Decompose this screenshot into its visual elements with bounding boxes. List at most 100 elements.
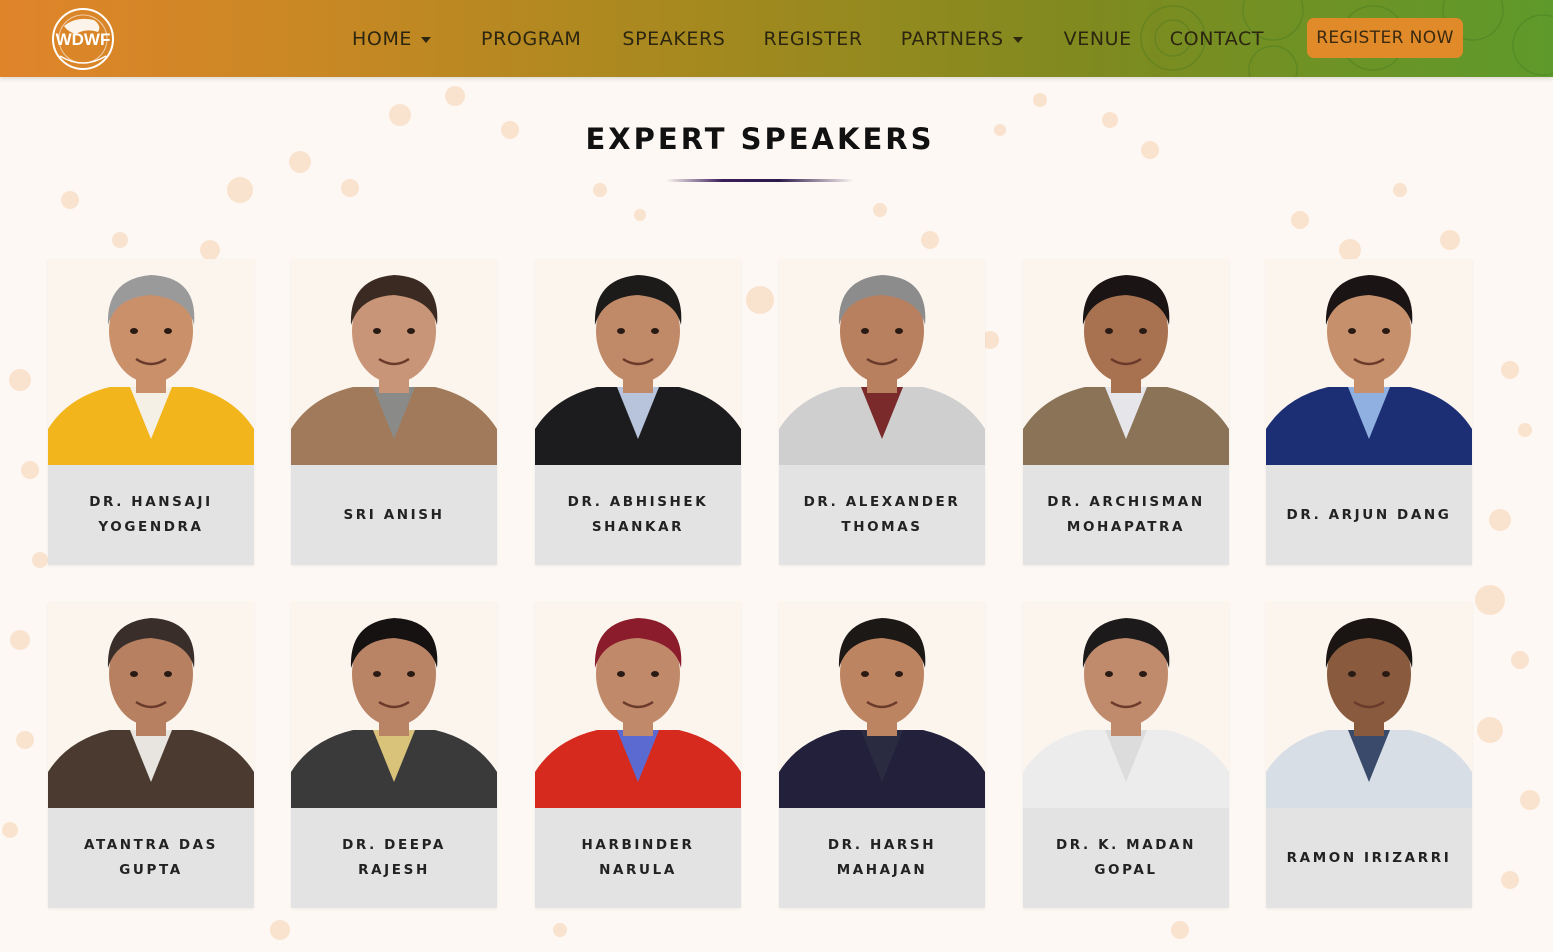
nav-label: CONTACT xyxy=(1169,27,1265,50)
decor-dot xyxy=(1520,790,1540,810)
speaker-photo xyxy=(779,602,985,808)
decor-dot xyxy=(32,552,48,568)
speaker-card[interactable]: RAMON IRIZARRI xyxy=(1266,602,1472,908)
nav-program[interactable]: PROGRAM xyxy=(481,28,581,50)
decor-dot xyxy=(445,86,465,106)
speaker-name: DR. DEEPA RAJESH xyxy=(342,837,446,878)
person-portrait-icon xyxy=(535,602,741,808)
person-portrait-icon xyxy=(291,259,497,465)
decor-dot xyxy=(1033,93,1047,107)
speaker-name-box: DR. ABHISHEK SHANKAR xyxy=(535,465,741,565)
decor-dot xyxy=(21,461,39,479)
logo-text: WDWF xyxy=(55,30,111,49)
decor-dot xyxy=(873,203,887,217)
decor-dot xyxy=(227,177,253,203)
nav-register[interactable]: REGISTER xyxy=(763,28,862,50)
nav-label: PARTNERS xyxy=(900,27,1004,50)
speaker-card[interactable]: DR. ABHISHEK SHANKAR xyxy=(535,259,741,565)
speaker-card[interactable]: SRI ANISH xyxy=(291,259,497,565)
speaker-photo xyxy=(48,602,254,808)
speaker-name-box: DR. HARSH MAHAJAN xyxy=(779,808,985,908)
speaker-card[interactable]: DR. HANSAJI YOGENDRA xyxy=(48,259,254,565)
wdwf-logo[interactable]: WDWF xyxy=(46,6,120,72)
person-portrait-icon xyxy=(1266,259,1472,465)
speaker-name: DR. ABHISHEK SHANKAR xyxy=(567,494,709,535)
nav-label: REGISTER xyxy=(763,27,863,50)
speaker-card[interactable]: DR. ARCHISMAN MOHAPATRA xyxy=(1023,259,1229,565)
speaker-card[interactable]: DR. HARSH MAHAJAN xyxy=(779,602,985,908)
speaker-name: HARBINDER NARULA xyxy=(581,837,695,878)
main-nav: HOME PROGRAM SPEAKERS REGISTER PARTNERS VENUE… xyxy=(352,0,1264,77)
speaker-photo xyxy=(1266,259,1472,465)
caret-down-icon xyxy=(1012,36,1023,43)
speaker-name: DR. HANSAJI YOGENDRA xyxy=(89,494,213,535)
nav-label: HOME xyxy=(352,27,413,50)
speaker-name-box: DR. ALEXANDER THOMAS xyxy=(779,465,985,565)
speaker-name-box: DR. DEEPA RAJESH xyxy=(291,808,497,908)
speaker-name: ATANTRA DAS GUPTA xyxy=(83,837,219,878)
person-portrait-icon xyxy=(1023,259,1229,465)
decor-dot xyxy=(634,209,646,221)
nav-home[interactable]: HOME xyxy=(352,27,432,50)
decor-dot xyxy=(341,179,359,197)
decor-dot xyxy=(1501,871,1519,889)
speaker-name-box: RAMON IRIZARRI xyxy=(1266,808,1472,908)
decor-dot xyxy=(746,286,774,314)
decor-dot xyxy=(593,183,607,197)
decor-dot xyxy=(1489,509,1511,531)
decor-dot xyxy=(1501,361,1519,379)
decor-dot xyxy=(10,630,30,650)
decor-dot xyxy=(2,822,18,838)
decor-dot xyxy=(112,232,128,248)
nav-speakers[interactable]: SPEAKERS xyxy=(622,28,725,50)
speaker-card[interactable]: DR. ARJUN DANG xyxy=(1266,259,1472,565)
nav-partners[interactable]: PARTNERS xyxy=(901,28,1023,50)
decor-dot xyxy=(1475,585,1505,615)
decor-dot xyxy=(1171,921,1189,939)
decor-dot xyxy=(1511,651,1529,669)
decor-dot xyxy=(61,191,79,209)
decor-dot xyxy=(16,731,34,749)
speaker-name-box: DR. ARCHISMAN MOHAPATRA xyxy=(1023,465,1229,565)
speaker-photo xyxy=(779,259,985,465)
speaker-name-box: DR. K. MADAN GOPAL xyxy=(1023,808,1229,908)
speaker-card[interactable]: HARBINDER NARULA xyxy=(535,602,741,908)
speaker-card[interactable]: DR. ALEXANDER THOMAS xyxy=(779,259,985,565)
decor-dot xyxy=(553,923,567,937)
speaker-photo xyxy=(535,602,741,808)
speaker-name: DR. ALEXANDER THOMAS xyxy=(803,494,961,535)
speaker-card[interactable]: DR. K. MADAN GOPAL xyxy=(1023,602,1229,908)
decor-dot xyxy=(921,231,939,249)
register-now-button[interactable]: REGISTER NOW xyxy=(1307,18,1463,58)
speaker-name-box: DR. ARJUN DANG xyxy=(1266,465,1472,565)
speaker-card[interactable]: ATANTRA DAS GUPTA xyxy=(48,602,254,908)
speaker-photo xyxy=(291,259,497,465)
speaker-photo xyxy=(535,259,741,465)
speaker-name-box: HARBINDER NARULA xyxy=(535,808,741,908)
speaker-name: DR. HARSH MAHAJAN xyxy=(827,837,937,878)
decor-dot xyxy=(1393,183,1407,197)
decor-dot xyxy=(200,240,220,260)
speaker-name-box: DR. HANSAJI YOGENDRA xyxy=(48,465,254,565)
person-portrait-icon xyxy=(779,259,985,465)
speaker-photo xyxy=(1023,259,1229,465)
decor-dot xyxy=(1518,423,1532,437)
decor-dot xyxy=(1477,717,1503,743)
caret-down-icon xyxy=(421,36,432,43)
title-divider xyxy=(666,179,854,182)
section-title: EXPERT SPEAKERS xyxy=(585,122,935,156)
person-portrait-icon xyxy=(291,602,497,808)
speaker-photo xyxy=(48,259,254,465)
decor-dot xyxy=(1440,230,1460,250)
site-header: WDWF HOME PROGRAM SPEAKERS REGISTER PARTNERS… xyxy=(0,0,1553,77)
nav-label: SPEAKERS xyxy=(622,27,726,50)
person-portrait-icon xyxy=(1023,602,1229,808)
person-portrait-icon xyxy=(48,259,254,465)
speaker-name: RAMON IRIZARRI xyxy=(1286,849,1452,866)
speaker-card[interactable]: DR. DEEPA RAJESH xyxy=(291,602,497,908)
nav-label: VENUE xyxy=(1063,27,1132,50)
speaker-name-box: SRI ANISH xyxy=(291,465,497,565)
nav-contact[interactable]: CONTACT xyxy=(1170,28,1264,50)
nav-venue[interactable]: VENUE xyxy=(1064,28,1132,50)
speaker-name: DR. ARCHISMAN MOHAPATRA xyxy=(1047,494,1205,535)
